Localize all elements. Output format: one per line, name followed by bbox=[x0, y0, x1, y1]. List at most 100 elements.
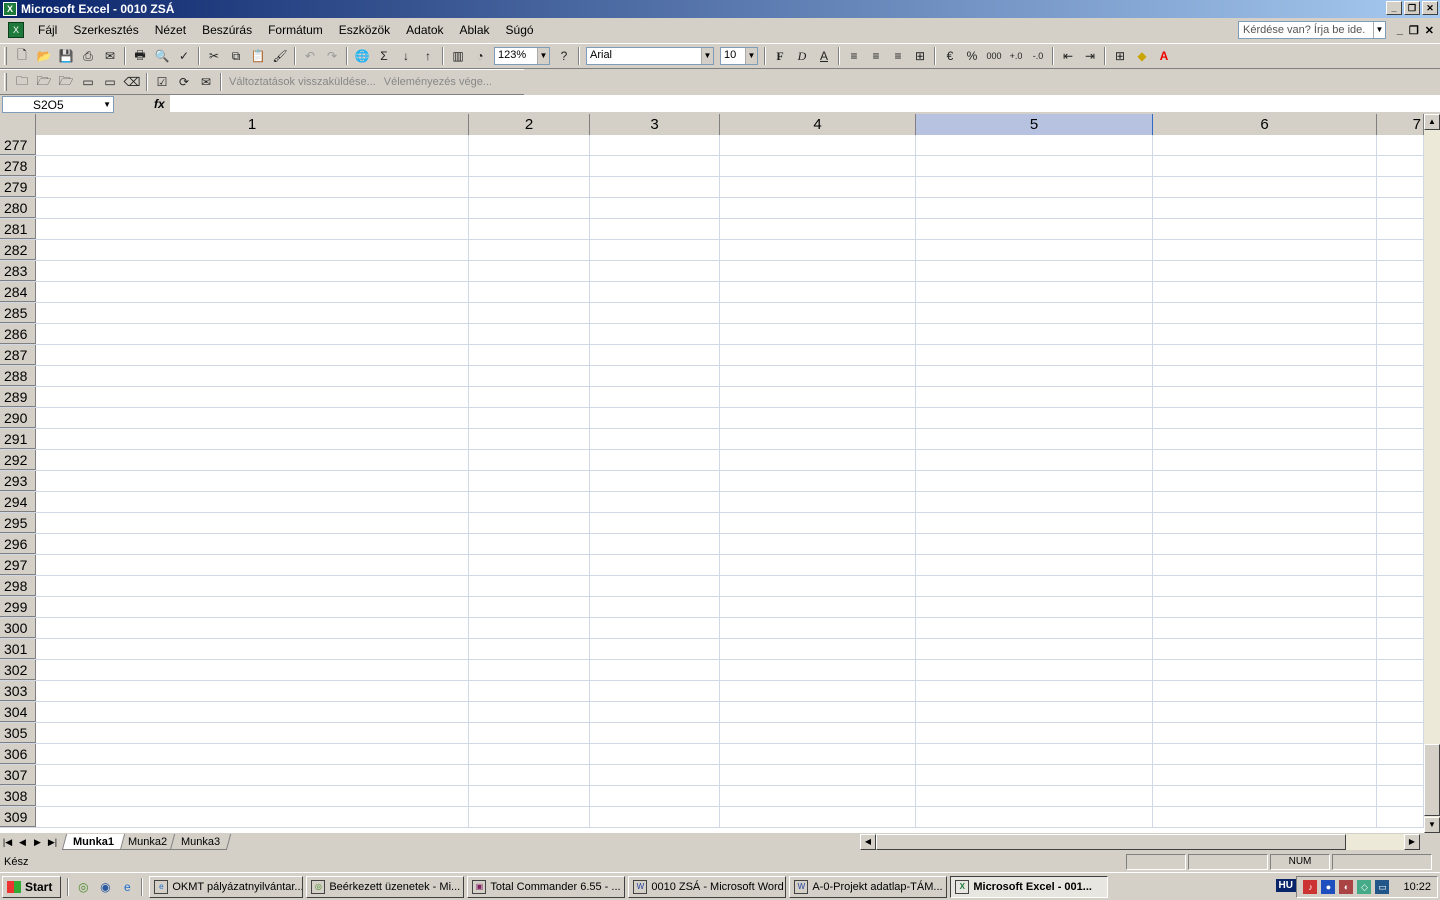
cell[interactable] bbox=[1377, 660, 1424, 680]
cell[interactable] bbox=[1377, 303, 1424, 323]
minimize-button[interactable]: _ bbox=[1386, 1, 1402, 15]
cell[interactable] bbox=[1153, 492, 1377, 512]
cell[interactable] bbox=[469, 429, 590, 449]
cell[interactable] bbox=[916, 471, 1153, 491]
sheet-tab-munka1[interactable]: Munka1 bbox=[61, 834, 126, 850]
row-header[interactable]: 279 bbox=[0, 177, 36, 197]
cell[interactable] bbox=[1377, 618, 1424, 638]
percent-icon[interactable]: % bbox=[961, 46, 983, 66]
row-header[interactable]: 285 bbox=[0, 303, 36, 323]
spelling-icon[interactable]: ✓ bbox=[173, 46, 195, 66]
row-header[interactable]: 297 bbox=[0, 555, 36, 575]
cell[interactable] bbox=[469, 156, 590, 176]
cell[interactable] bbox=[469, 261, 590, 281]
cell[interactable] bbox=[590, 576, 720, 596]
next-comment-icon[interactable]: 🗁 bbox=[55, 72, 77, 92]
row-header[interactable]: 304 bbox=[0, 702, 36, 722]
cell[interactable] bbox=[1377, 387, 1424, 407]
cell[interactable] bbox=[1377, 198, 1424, 218]
align-left-icon[interactable]: ≡ bbox=[843, 46, 865, 66]
cell[interactable] bbox=[36, 387, 469, 407]
cell[interactable] bbox=[1153, 324, 1377, 344]
row-header[interactable]: 302 bbox=[0, 660, 36, 680]
row-header[interactable]: 301 bbox=[0, 639, 36, 659]
cell[interactable] bbox=[1153, 345, 1377, 365]
cell[interactable] bbox=[469, 786, 590, 806]
menu-insert[interactable]: Beszúrás bbox=[194, 23, 260, 37]
first-sheet-icon[interactable]: |◀ bbox=[0, 837, 15, 848]
volume-icon[interactable]: ♪ bbox=[1303, 880, 1318, 894]
vertical-scroll-thumb[interactable] bbox=[1424, 744, 1440, 816]
row-header[interactable]: 281 bbox=[0, 219, 36, 239]
prev-sheet-icon[interactable]: ◀ bbox=[15, 837, 30, 848]
cell[interactable] bbox=[590, 681, 720, 701]
cell[interactable] bbox=[1153, 660, 1377, 680]
cell[interactable] bbox=[916, 303, 1153, 323]
cell[interactable] bbox=[469, 345, 590, 365]
cell[interactable] bbox=[916, 492, 1153, 512]
cell[interactable] bbox=[720, 324, 916, 344]
cell[interactable] bbox=[720, 513, 916, 533]
cell[interactable] bbox=[469, 807, 590, 827]
cell[interactable] bbox=[36, 639, 469, 659]
cell[interactable] bbox=[1153, 366, 1377, 386]
cell[interactable] bbox=[36, 702, 469, 722]
chevron-down-icon[interactable]: ▼ bbox=[537, 48, 549, 64]
cell[interactable] bbox=[36, 492, 469, 512]
zoom-combo[interactable]: 123% ▼ bbox=[494, 47, 550, 65]
doc-minimize-button[interactable]: _ bbox=[1397, 24, 1403, 37]
send-mail-icon[interactable]: ✉ bbox=[195, 72, 217, 92]
chevron-down-icon[interactable]: ▼ bbox=[103, 97, 111, 112]
cell[interactable] bbox=[36, 282, 469, 302]
cell[interactable] bbox=[590, 450, 720, 470]
fx-icon[interactable]: fx bbox=[154, 97, 165, 111]
cell[interactable] bbox=[469, 744, 590, 764]
cell[interactable] bbox=[590, 555, 720, 575]
redo-icon[interactable]: ↷ bbox=[321, 46, 343, 66]
antivirus-icon[interactable]: ◐ bbox=[1339, 880, 1354, 894]
cell[interactable] bbox=[1153, 681, 1377, 701]
cell[interactable] bbox=[916, 366, 1153, 386]
hyperlink-icon[interactable]: 🌐 bbox=[351, 46, 373, 66]
new-icon[interactable]: 🗋 bbox=[11, 46, 33, 66]
row-header[interactable]: 295 bbox=[0, 513, 36, 533]
cell[interactable] bbox=[916, 198, 1153, 218]
cell[interactable] bbox=[590, 471, 720, 491]
menu-view[interactable]: Nézet bbox=[147, 23, 194, 37]
chart-wizard-icon[interactable]: ▥ bbox=[447, 46, 469, 66]
undo-icon[interactable]: ↶ bbox=[299, 46, 321, 66]
restore-button[interactable]: ❐ bbox=[1404, 1, 1420, 15]
cell[interactable] bbox=[590, 534, 720, 554]
cut-icon[interactable]: ✂ bbox=[203, 46, 225, 66]
menu-data[interactable]: Adatok bbox=[398, 23, 451, 37]
last-sheet-icon[interactable]: ▶| bbox=[45, 837, 60, 848]
cell[interactable] bbox=[916, 660, 1153, 680]
cell[interactable] bbox=[36, 471, 469, 491]
font-color-icon[interactable]: A bbox=[1153, 46, 1175, 66]
cell[interactable] bbox=[720, 681, 916, 701]
cell[interactable] bbox=[1153, 282, 1377, 302]
cell[interactable] bbox=[916, 807, 1153, 827]
row-header[interactable]: 294 bbox=[0, 492, 36, 512]
align-center-icon[interactable]: ≡ bbox=[865, 46, 887, 66]
vertical-scrollbar[interactable]: ▲ ▼ bbox=[1424, 114, 1440, 833]
cell[interactable] bbox=[469, 198, 590, 218]
cell[interactable] bbox=[720, 618, 916, 638]
language-indicator[interactable]: HU bbox=[1275, 879, 1296, 892]
sort-ascending-icon[interactable]: ↓ bbox=[395, 46, 417, 66]
row-header[interactable]: 287 bbox=[0, 345, 36, 365]
cell[interactable] bbox=[590, 639, 720, 659]
cell[interactable] bbox=[720, 723, 916, 743]
decrease-indent-icon[interactable]: ⇤ bbox=[1057, 46, 1079, 66]
cell[interactable] bbox=[590, 723, 720, 743]
cell[interactable] bbox=[916, 261, 1153, 281]
cell[interactable] bbox=[720, 135, 916, 155]
copy-icon[interactable]: ⧉ bbox=[225, 46, 247, 66]
row-header[interactable]: 288 bbox=[0, 366, 36, 386]
select-all-button[interactable] bbox=[0, 114, 36, 135]
cell[interactable] bbox=[1153, 765, 1377, 785]
cell[interactable] bbox=[916, 555, 1153, 575]
cell[interactable] bbox=[1153, 156, 1377, 176]
bold-button[interactable]: F bbox=[769, 46, 791, 66]
sheet-tab-munka2[interactable]: Munka2 bbox=[116, 834, 179, 850]
